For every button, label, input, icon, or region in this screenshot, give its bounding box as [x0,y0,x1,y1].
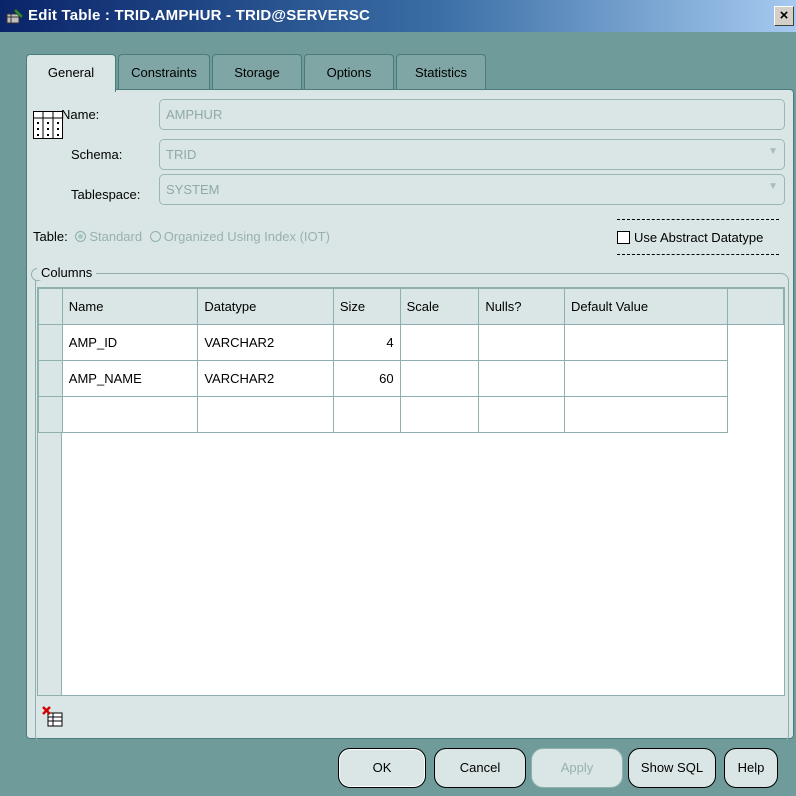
row-header[interactable] [38,324,63,361]
cell-nulls[interactable] [478,396,565,433]
cell-scale[interactable] [399,396,480,433]
name-field[interactable]: AMPHUR [159,99,785,130]
column-header-size[interactable]: Size [332,288,401,325]
iot-radio-label[interactable]: Organized Using Index (IOT) [164,229,330,244]
ok-button[interactable]: OK [338,748,426,788]
cell-scale[interactable] [399,360,480,397]
table-type-row: Table: Standard Organized Using Index (I… [33,229,330,244]
columns-table: Name Datatype Size Scale Nulls? Default … [38,288,784,433]
tablespace-value: SYSTEM [166,182,220,197]
tab-general[interactable]: General [26,54,116,92]
delete-column-icon[interactable] [41,705,65,729]
abstract-datatype-checkbox[interactable] [617,231,630,244]
tablespace-label: Tablespace: [71,187,141,202]
cell-name[interactable]: AMP_NAME [61,360,199,397]
tab-statistics[interactable]: Statistics [396,54,486,90]
columns-grid[interactable]: Name Datatype Size Scale Nulls? Default … [37,287,785,696]
header-row: Name Datatype Size Scale Nulls? Default … [38,288,784,325]
cell-name[interactable]: AMP_ID [61,324,199,361]
schema-select[interactable]: TRID ▼ [159,139,785,170]
row-header[interactable] [38,360,63,397]
standard-radio-label[interactable]: Standard [89,229,142,244]
table-row[interactable]: AMP_ID VARCHAR2 4 [38,324,784,361]
help-button[interactable]: Help [724,748,778,788]
table-grid-icon [33,111,63,139]
cell-nulls[interactable] [478,360,565,397]
chevron-down-icon: ▼ [768,181,778,192]
name-label: Name: [61,107,100,122]
column-header-default[interactable]: Default Value [563,288,729,325]
cell-datatype[interactable] [197,396,334,433]
schema-value: TRID [166,147,197,162]
cancel-button[interactable]: Cancel [434,748,526,788]
table-type-label: Table: [33,229,68,244]
tab-options[interactable]: Options [304,54,394,90]
standard-radio[interactable] [75,231,87,242]
cell-size[interactable]: 60 [332,360,401,397]
column-header-blank [727,288,784,325]
corner-cell [38,288,63,325]
cell-datatype[interactable]: VARCHAR2 [197,324,334,361]
tab-storage[interactable]: Storage [212,54,302,90]
schema-label: Schema: [71,147,123,162]
cell-size[interactable] [332,396,401,433]
cell-default[interactable] [563,360,729,397]
abstract-datatype-label[interactable]: Use Abstract Datatype [634,230,763,245]
column-header-name[interactable]: Name [61,288,199,325]
cell-default[interactable] [563,396,729,433]
cell-nulls[interactable] [478,324,565,361]
close-button[interactable]: × [774,6,794,26]
table-edit-icon [6,8,24,24]
name-value: AMPHUR [166,107,223,122]
cell-scale[interactable] [399,324,480,361]
title-bar[interactable]: Edit Table : TRID.AMPHUR - TRID@SERVERSC… [0,0,796,32]
cell-size[interactable]: 4 [332,324,401,361]
general-panel: Name: AMPHUR Schema: TRID ▼ Tablespace: … [26,89,794,743]
column-header-datatype[interactable]: Datatype [197,288,334,325]
chevron-down-icon: ▼ [768,146,778,157]
columns-group-title: Columns [37,265,97,280]
tablespace-select[interactable]: SYSTEM ▼ [159,174,785,205]
window-title: Edit Table : TRID.AMPHUR - TRID@SERVERSC [28,7,371,24]
edit-table-window: Edit Table : TRID.AMPHUR - TRID@SERVERSC… [0,0,796,796]
abstract-datatype-box: Use Abstract Datatype [617,219,779,255]
cell-name[interactable] [61,396,199,433]
apply-button[interactable]: Apply [531,748,623,788]
table-row[interactable] [38,396,784,433]
column-header-nulls[interactable]: Nulls? [478,288,565,325]
column-header-scale[interactable]: Scale [399,288,480,325]
row-header[interactable] [38,396,63,433]
tab-constraints[interactable]: Constraints [118,54,210,90]
table-row[interactable]: AMP_NAME VARCHAR2 60 [38,360,784,397]
cell-datatype[interactable]: VARCHAR2 [197,360,334,397]
show-sql-button[interactable]: Show SQL [628,748,716,788]
cell-default[interactable] [563,324,729,361]
iot-radio[interactable] [149,231,161,242]
